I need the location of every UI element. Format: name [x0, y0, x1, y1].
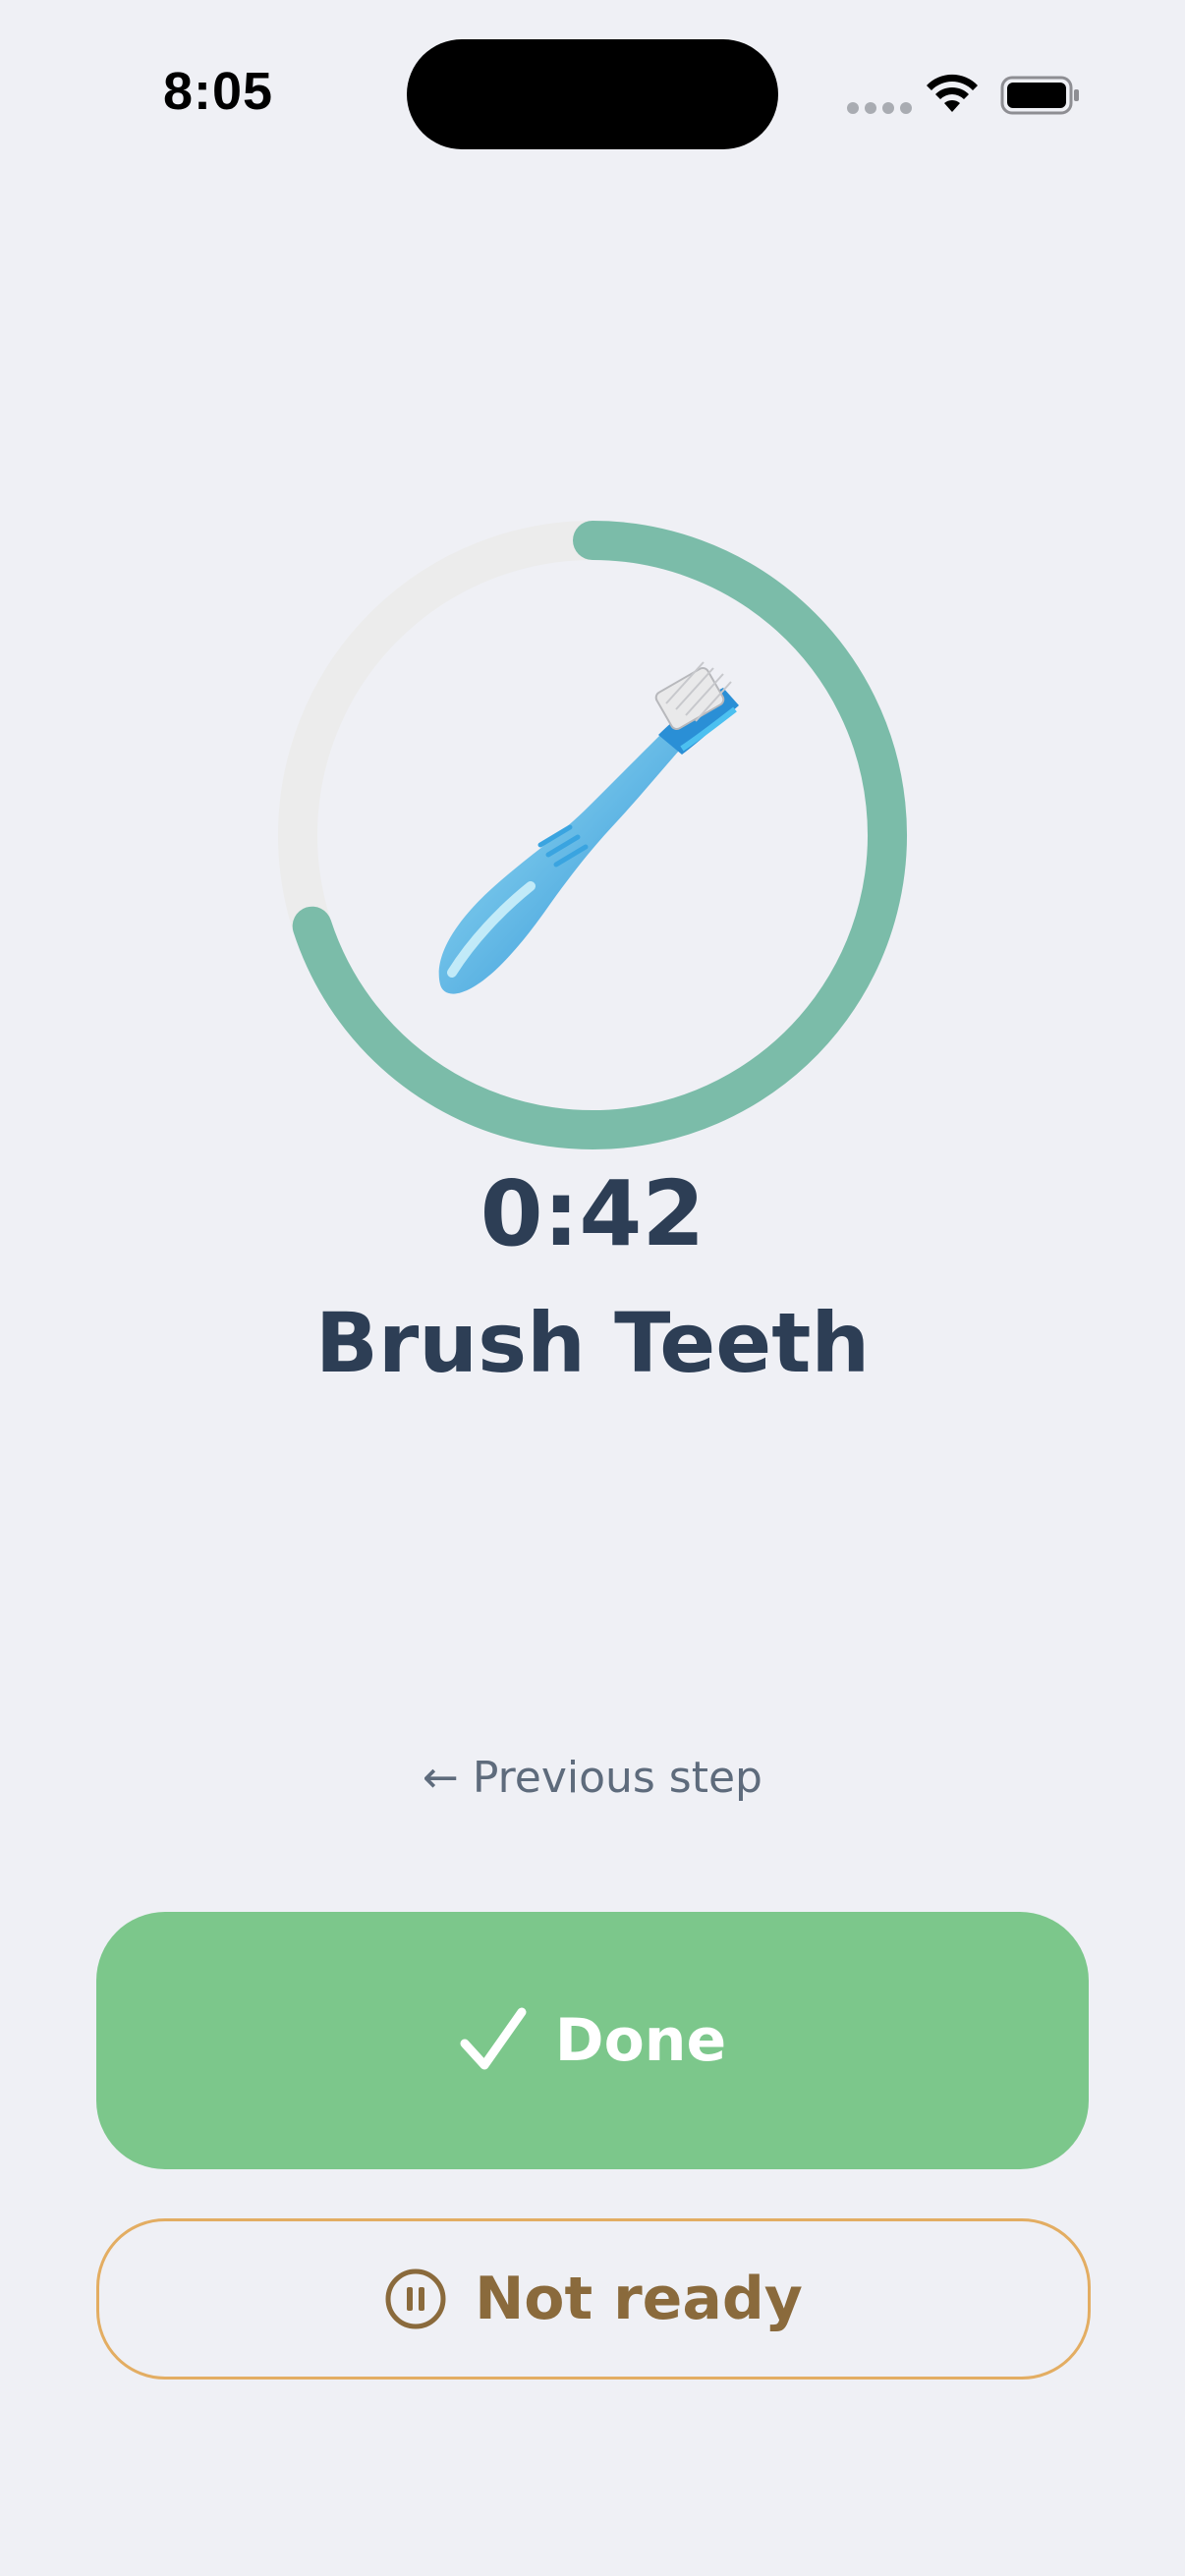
checkmark-icon — [460, 2007, 527, 2070]
not-ready-button[interactable]: Not ready — [96, 2218, 1091, 2380]
step-title: Brush Teeth — [314, 1295, 871, 1391]
not-ready-button-label: Not ready — [475, 2265, 803, 2333]
toothbrush-icon — [438, 661, 739, 994]
previous-step-label: Previous step — [472, 1753, 762, 1803]
cellular-signal-icon — [847, 102, 912, 114]
status-time: 8:05 — [163, 62, 274, 121]
previous-step-link[interactable]: ← Previous step — [0, 1753, 1185, 1803]
battery-icon — [1000, 76, 1079, 115]
done-button-label: Done — [554, 2006, 727, 2075]
pause-circle-icon — [385, 2268, 446, 2329]
wifi-icon — [927, 74, 978, 112]
dynamic-island — [407, 39, 778, 149]
routine-step-screen: 8:05 0:42 Brush Teeth ← Previous step Do… — [0, 0, 1185, 2576]
countdown-timer: 0:42 — [480, 1161, 705, 1266]
done-button[interactable]: Done — [96, 1912, 1089, 2169]
arrow-left-icon: ← — [423, 1753, 459, 1803]
